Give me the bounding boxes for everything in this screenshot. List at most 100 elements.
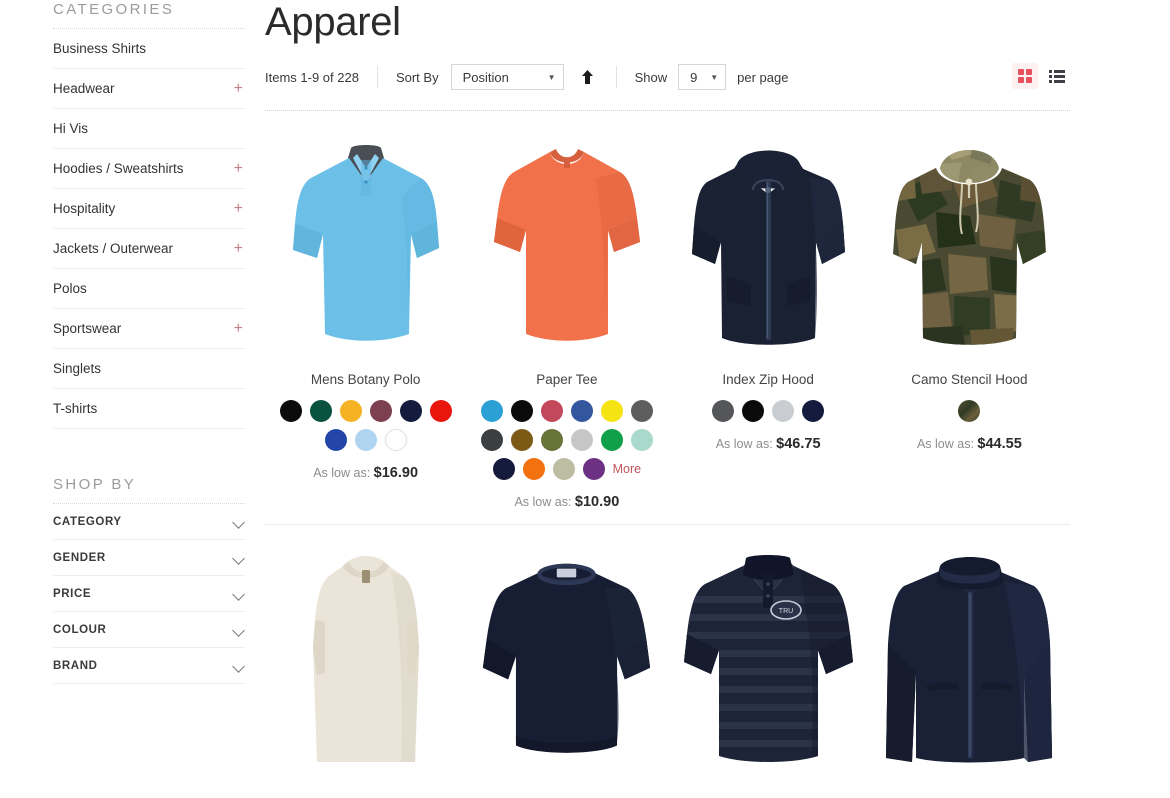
- color-swatch[interactable]: [630, 429, 653, 451]
- category-label: Jackets / Outerwear: [53, 240, 174, 256]
- sidebar-item-hoodies-sweatshirts[interactable]: Hoodies / Sweatshirts +: [53, 149, 245, 189]
- product-image-orange-t-shirt[interactable]: [479, 133, 654, 358]
- filter-brand[interactable]: BRAND: [53, 648, 245, 684]
- chevron-down-icon[interactable]: [233, 624, 245, 636]
- price-prefix: As low as:: [715, 437, 773, 451]
- product-card[interactable]: Camo Stencil Hood As low as: $44.55: [869, 111, 1070, 510]
- sort-direction-button[interactable]: [578, 66, 598, 88]
- color-swatch[interactable]: [324, 429, 347, 451]
- color-swatch[interactable]: [480, 400, 503, 422]
- product-image-light-blue-polo-shirt[interactable]: [278, 133, 453, 358]
- product-image-navy-crewneck-sweatshirt[interactable]: [479, 547, 654, 772]
- chevron-down-icon[interactable]: [233, 588, 245, 600]
- color-swatch[interactable]: [369, 400, 392, 422]
- category-label: Polos: [53, 280, 87, 296]
- product-card[interactable]: Mens Botany Polo As low as: $16.90: [265, 111, 466, 510]
- product-card[interactable]: Index Zip Hood As low as: $46.75: [668, 111, 869, 510]
- sidebar-item-sportswear[interactable]: Sportswear +: [53, 309, 245, 349]
- sidebar-item-hi-vis[interactable]: Hi Vis: [53, 109, 245, 149]
- sidebar-item-business-shirts[interactable]: Business Shirts: [53, 29, 245, 69]
- color-swatches: More: [478, 400, 656, 480]
- plus-icon[interactable]: +: [234, 320, 245, 337]
- color-swatch[interactable]: [540, 400, 563, 422]
- plus-icon[interactable]: +: [234, 160, 245, 177]
- per-page-label: per page: [737, 69, 789, 85]
- product-card[interactable]: Paper Tee More As low as: $10.90: [466, 111, 667, 510]
- shop-by-section: SHOP BY CATEGORY GENDER PRICE COLOUR BRA…: [53, 475, 265, 684]
- color-swatch[interactable]: [552, 458, 575, 480]
- color-swatch[interactable]: [522, 458, 545, 480]
- sidebar-item-polos[interactable]: Polos: [53, 269, 245, 309]
- product-card[interactable]: [869, 525, 1070, 785]
- list-view-button[interactable]: [1044, 63, 1070, 89]
- filter-colour[interactable]: COLOUR: [53, 612, 245, 648]
- sidebar-item-headwear[interactable]: Headwear +: [53, 69, 245, 109]
- color-swatch[interactable]: [309, 400, 332, 422]
- more-colors-link[interactable]: More: [613, 458, 641, 480]
- color-swatch[interactable]: [354, 429, 377, 451]
- sidebar-item-singlets[interactable]: Singlets: [53, 349, 245, 389]
- color-swatch[interactable]: [540, 429, 563, 451]
- plus-icon[interactable]: +: [234, 200, 245, 217]
- product-listing-page: CATEGORIES Business Shirts Headwear + Hi…: [0, 0, 1170, 798]
- color-swatch[interactable]: [742, 400, 765, 422]
- chevron-down-icon[interactable]: [233, 516, 245, 528]
- sort-by-select[interactable]: Position ▼: [450, 64, 564, 90]
- color-swatch[interactable]: [600, 429, 623, 451]
- color-swatches: [712, 400, 825, 422]
- product-name[interactable]: Index Zip Hood: [722, 371, 814, 389]
- color-swatch[interactable]: [570, 429, 593, 451]
- color-swatch[interactable]: [480, 429, 503, 451]
- color-swatch[interactable]: [510, 400, 533, 422]
- plus-icon[interactable]: +: [234, 240, 245, 257]
- divider: [615, 66, 617, 88]
- filter-label: BRAND: [53, 659, 98, 672]
- color-swatch[interactable]: [630, 400, 653, 422]
- product-image-cream-tank-top[interactable]: [278, 547, 453, 772]
- per-page-select[interactable]: 9 ▼: [678, 64, 727, 90]
- color-swatch[interactable]: [772, 400, 795, 422]
- product-card[interactable]: TRU: [668, 525, 869, 785]
- product-name[interactable]: Camo Stencil Hood: [911, 371, 1027, 389]
- color-swatch[interactable]: [570, 400, 593, 422]
- product-price: As low as: $10.90: [514, 494, 619, 510]
- plus-icon[interactable]: +: [234, 80, 245, 97]
- color-swatches: [277, 400, 455, 451]
- category-label: T-shirts: [53, 400, 98, 416]
- category-label: Hoodies / Sweatshirts: [53, 160, 184, 176]
- product-name[interactable]: Paper Tee: [536, 371, 597, 389]
- color-swatch[interactable]: [339, 400, 362, 422]
- color-swatch[interactable]: [802, 400, 825, 422]
- shop-by-heading: SHOP BY: [53, 476, 137, 493]
- color-swatch[interactable]: [384, 429, 407, 451]
- sidebar-item-t-shirts[interactable]: T-shirts: [53, 389, 245, 429]
- product-image-navy-rain-jacket[interactable]: [882, 547, 1057, 772]
- color-swatch[interactable]: [429, 400, 452, 422]
- product-card[interactable]: [466, 525, 667, 785]
- filter-gender[interactable]: GENDER: [53, 540, 245, 576]
- chevron-down-icon[interactable]: [233, 552, 245, 564]
- color-swatch[interactable]: [492, 458, 515, 480]
- filter-category[interactable]: CATEGORY: [53, 504, 245, 540]
- category-label: Business Shirts: [53, 40, 147, 56]
- chevron-down-icon: ▼: [710, 72, 719, 82]
- color-swatch[interactable]: [279, 400, 302, 422]
- product-card[interactable]: [265, 525, 466, 785]
- product-image-camo-hoodie[interactable]: [882, 133, 1057, 358]
- sidebar-item-jackets-outerwear[interactable]: Jackets / Outerwear +: [53, 229, 245, 269]
- color-swatch[interactable]: [600, 400, 623, 422]
- sidebar-item-hospitality[interactable]: Hospitality +: [53, 189, 245, 229]
- product-price: As low as: $16.90: [313, 465, 418, 481]
- product-price: As low as: $44.55: [917, 436, 1022, 452]
- grid-view-button[interactable]: [1012, 63, 1038, 89]
- color-swatch[interactable]: [582, 458, 605, 480]
- chevron-down-icon[interactable]: [233, 660, 245, 672]
- color-swatch[interactable]: [712, 400, 735, 422]
- color-swatch[interactable]: [510, 429, 533, 451]
- product-name[interactable]: Mens Botany Polo: [311, 371, 421, 389]
- product-image-navy-striped-polo[interactable]: TRU: [681, 547, 856, 772]
- filter-price[interactable]: PRICE: [53, 576, 245, 612]
- color-swatch[interactable]: [399, 400, 422, 422]
- product-image-navy-zip-hoodie[interactable]: [681, 133, 856, 358]
- color-swatch[interactable]: [958, 400, 981, 422]
